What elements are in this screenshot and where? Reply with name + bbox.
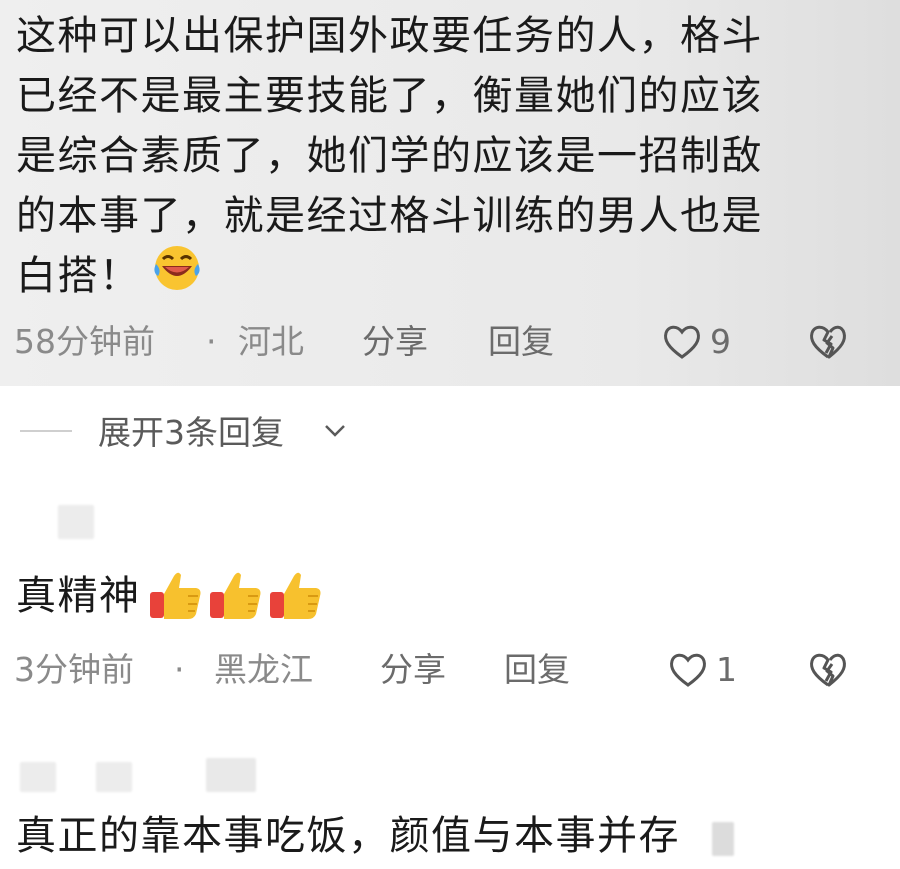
comment-1-line: 是综合素质了，她们学的应该是一招制敌 [16, 133, 763, 179]
location: 黑龙江 [214, 650, 313, 689]
thumbs-up-emoji-group [148, 566, 328, 622]
chevron-down-icon [325, 425, 345, 437]
comment-1-line: 白搭！ [16, 253, 141, 299]
expand-replies-label: 展开3条回复 [98, 413, 284, 452]
like-count: 9 [710, 322, 731, 361]
comment-2-meta: 3分钟前 · 黑龙江 分享 回复 1 [14, 648, 894, 692]
share-button[interactable]: 分享 [380, 648, 446, 692]
comment-1-line: 的本事了，就是经过格斗训练的男人也是 [16, 193, 763, 239]
thumbs-up-icon [210, 572, 261, 619]
blurred-username [206, 758, 256, 792]
comment-1-text: 这种可以出保护国外政要任务的人，格斗 已经不是最主要技能了，衡量她们的应该 是综… [16, 6, 876, 306]
meta-dot: · [206, 322, 217, 361]
divider-line [20, 430, 72, 432]
comment-1-meta: 58分钟前 · 河北 分享 回复 9 [14, 320, 894, 364]
blurred-username [96, 762, 132, 792]
laughing-crying-emoji-icon [154, 246, 200, 290]
reply-button[interactable]: 回复 [504, 648, 570, 692]
meta-dot: · [174, 650, 185, 689]
comment-3-text: 真正的靠本事吃饭，颜值与本事并存 [16, 813, 680, 859]
comment-1[interactable]: 这种可以出保护国外政要任务的人，格斗 已经不是最主要技能了，衡量她们的应该 是综… [0, 0, 900, 386]
timestamp: 3分钟前 [14, 650, 134, 689]
thumbs-up-icon [150, 572, 201, 619]
share-button[interactable]: 分享 [362, 320, 428, 364]
like-count: 1 [716, 650, 737, 689]
thumbs-up-icon [270, 572, 321, 619]
comment-2-text: 真精神 [16, 573, 141, 619]
dislike-broken-heart-icon[interactable] [806, 648, 850, 692]
like-heart-icon[interactable] [660, 320, 704, 364]
location: 河北 [238, 322, 304, 361]
blurred-username [58, 505, 94, 539]
timestamp: 58分钟前 [14, 322, 155, 361]
like-heart-icon[interactable] [666, 648, 710, 692]
blurred-text-end [712, 822, 734, 856]
blurred-avatar [20, 762, 56, 792]
dislike-broken-heart-icon[interactable] [806, 320, 850, 364]
expand-replies[interactable]: 展开3条回复 [0, 402, 900, 458]
reply-button[interactable]: 回复 [488, 320, 554, 364]
comment-1-line: 已经不是最主要技能了，衡量她们的应该 [16, 73, 763, 119]
comment-1-line: 这种可以出保护国外政要任务的人，格斗 [16, 13, 763, 59]
